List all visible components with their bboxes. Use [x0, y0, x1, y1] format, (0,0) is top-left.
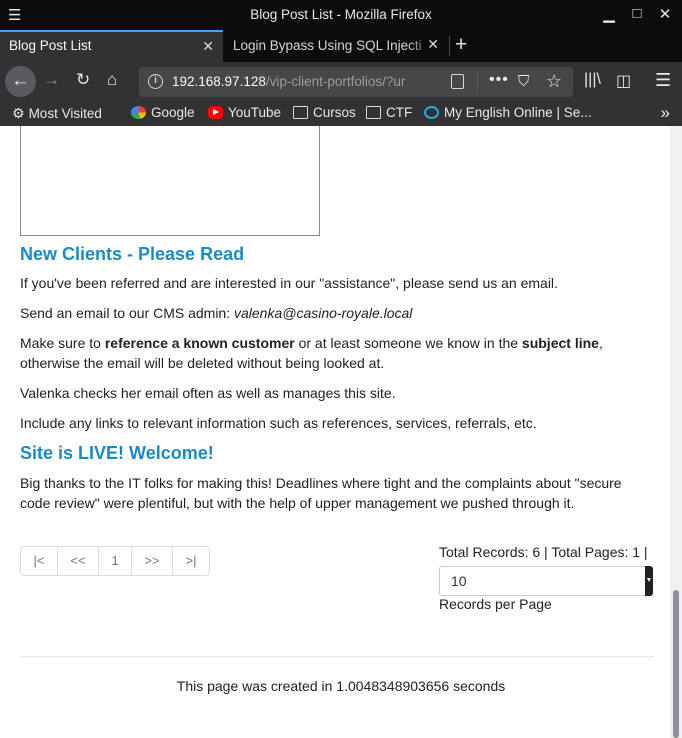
folder-icon — [293, 106, 308, 119]
more-bookmarks-icon[interactable]: » — [661, 103, 670, 123]
tab-bar: Blog Post List ✕ Login Bypass Using SQL … — [0, 30, 682, 62]
tab-login-bypass[interactable]: Login Bypass Using SQL Injecti ✕ — [224, 30, 448, 62]
close-window-icon[interactable]: ✕ — [656, 5, 674, 23]
url-bar[interactable]: i 192.168.97.128/vip-client-portfolios/?… — [139, 67, 573, 97]
admin-email: valenka@casino-royale.local — [234, 305, 413, 321]
next-page-button[interactable]: >> — [132, 547, 173, 575]
close-tab-icon[interactable]: ✕ — [202, 38, 214, 55]
reload-icon[interactable]: ↻ — [76, 70, 90, 90]
bookmark-cursos[interactable]: Cursos — [293, 105, 356, 120]
post-image-placeholder — [20, 126, 320, 236]
bookmark-my-english-online[interactable]: My English Online | Se... — [424, 105, 592, 120]
tab-label: Login Bypass Using SQL Injecti — [233, 38, 422, 53]
youtube-icon — [208, 106, 223, 119]
post-paragraph: Valenka checks her email often as well a… — [20, 385, 396, 401]
back-arrow-icon[interactable]: ← — [5, 66, 36, 97]
page-footer: This page was created in 1.0048348903656… — [176, 678, 506, 694]
pagination: |< << 1 >> >| — [20, 546, 210, 576]
page-1-button[interactable]: 1 — [99, 547, 132, 575]
bookmark-youtube[interactable]: YouTube — [208, 105, 281, 120]
english-online-icon — [424, 106, 439, 119]
bookmark-google[interactable]: Google — [131, 105, 195, 120]
gear-icon: ⚙ — [12, 105, 25, 121]
last-page-button[interactable]: >| — [173, 547, 209, 575]
reader-view-icon[interactable] — [451, 74, 464, 89]
post-paragraph: Send an email to our CMS admin: valenka@… — [20, 305, 413, 321]
window-title: Blog Post List - Mozilla Firefox — [250, 7, 432, 22]
records-summary: Total Records: 6 | Total Pages: 1 | — [439, 544, 648, 560]
navigation-toolbar: ← → ↻ ⌂ i 192.168.97.128/vip-client-port… — [0, 62, 682, 102]
scrollbar-thumb[interactable] — [673, 590, 679, 738]
minimize-icon[interactable]: ▁ — [600, 5, 618, 23]
records-per-page-select[interactable]: 10 ▼ — [439, 566, 653, 596]
post-paragraph: Make sure to reference a known customer … — [20, 335, 603, 371]
tab-label: Blog Post List — [9, 38, 92, 53]
records-per-page-label: Records per Page — [439, 596, 552, 612]
post-title[interactable]: New Clients - Please Read — [20, 244, 244, 265]
bookmark-ctf[interactable]: CTF — [366, 105, 412, 120]
url-text[interactable]: 192.168.97.128/vip-client-portfolios/?ur — [172, 74, 442, 89]
hamburger-menu-icon[interactable]: ☰ — [655, 70, 671, 91]
prev-page-button[interactable]: << — [58, 547, 99, 575]
post-paragraph: Include any links to relevant informatio… — [20, 415, 537, 431]
bookmark-most-visited[interactable]: ⚙ Most Visited — [12, 105, 102, 122]
maximize-icon[interactable]: □ — [628, 5, 646, 22]
page-content: New Clients - Please Read If you've been… — [0, 126, 670, 738]
tab-separator — [449, 36, 450, 56]
library-icon[interactable]: |||\ — [584, 71, 601, 89]
tab-blog-post-list[interactable]: Blog Post List ✕ — [0, 30, 223, 62]
close-tab-icon[interactable]: ✕ — [427, 36, 439, 53]
pocket-icon[interactable]: ⛉ — [518, 73, 529, 90]
folder-icon — [366, 106, 381, 119]
bookmark-star-icon[interactable]: ☆ — [546, 71, 562, 92]
sidebar-icon[interactable]: ◫ — [616, 71, 631, 91]
page-scrollbar[interactable] — [670, 126, 682, 738]
site-info-icon[interactable]: i — [148, 74, 163, 89]
forward-arrow-icon[interactable]: → — [43, 70, 60, 90]
post-title[interactable]: Site is LIVE! Welcome! — [20, 443, 214, 464]
window-titlebar: ☰ Blog Post List - Mozilla Firefox ▁ □ ✕ — [0, 0, 682, 30]
post-paragraph: Big thanks to the IT folks for making th… — [20, 475, 622, 511]
post-paragraph: If you've been referred and are interest… — [20, 275, 558, 291]
home-icon[interactable]: ⌂ — [107, 70, 117, 90]
new-tab-icon[interactable]: + — [455, 33, 467, 57]
google-icon — [131, 106, 146, 119]
first-page-button[interactable]: |< — [21, 547, 58, 575]
chevron-down-icon: ▼ — [645, 566, 653, 596]
bookmarks-toolbar: ⚙ Most Visited Google YouTube Cursos CTF … — [0, 102, 682, 126]
divider — [20, 656, 654, 657]
page-actions-icon[interactable]: ••• — [489, 71, 509, 89]
